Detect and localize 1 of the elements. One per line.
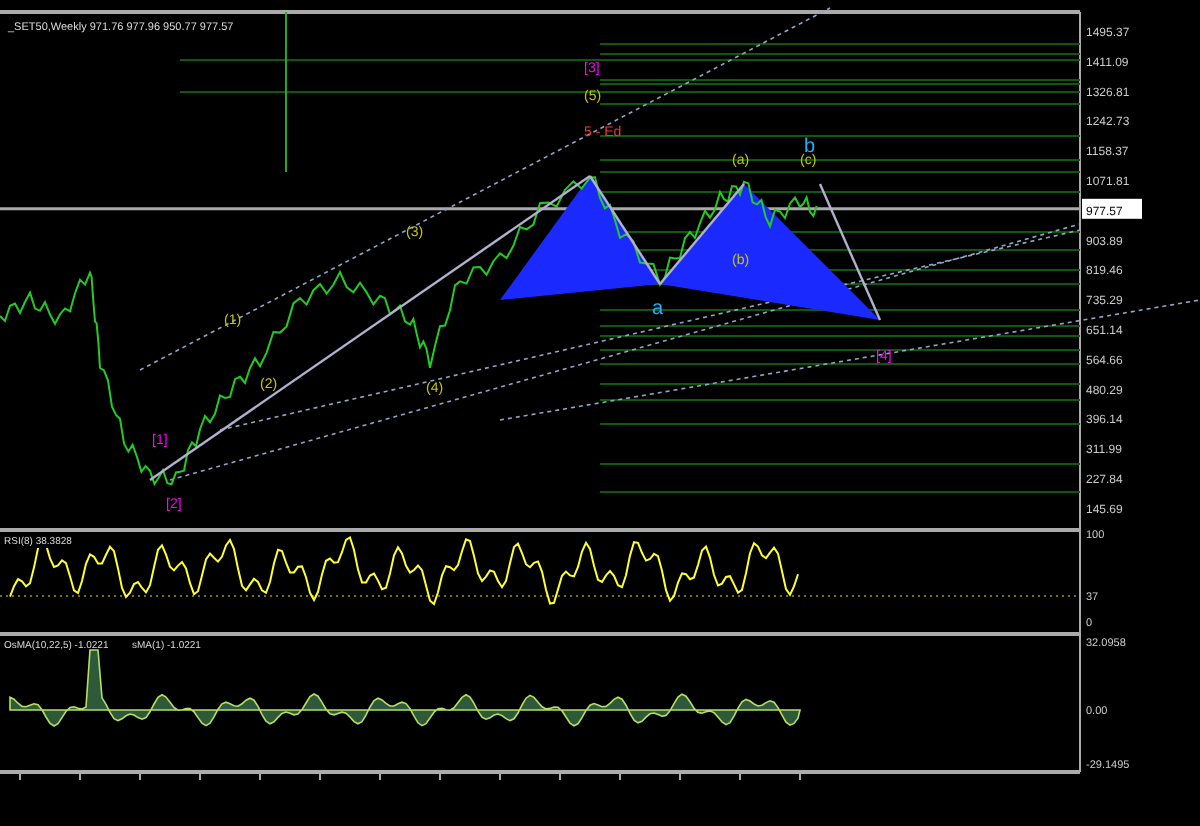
wave-label: a [652, 298, 664, 320]
